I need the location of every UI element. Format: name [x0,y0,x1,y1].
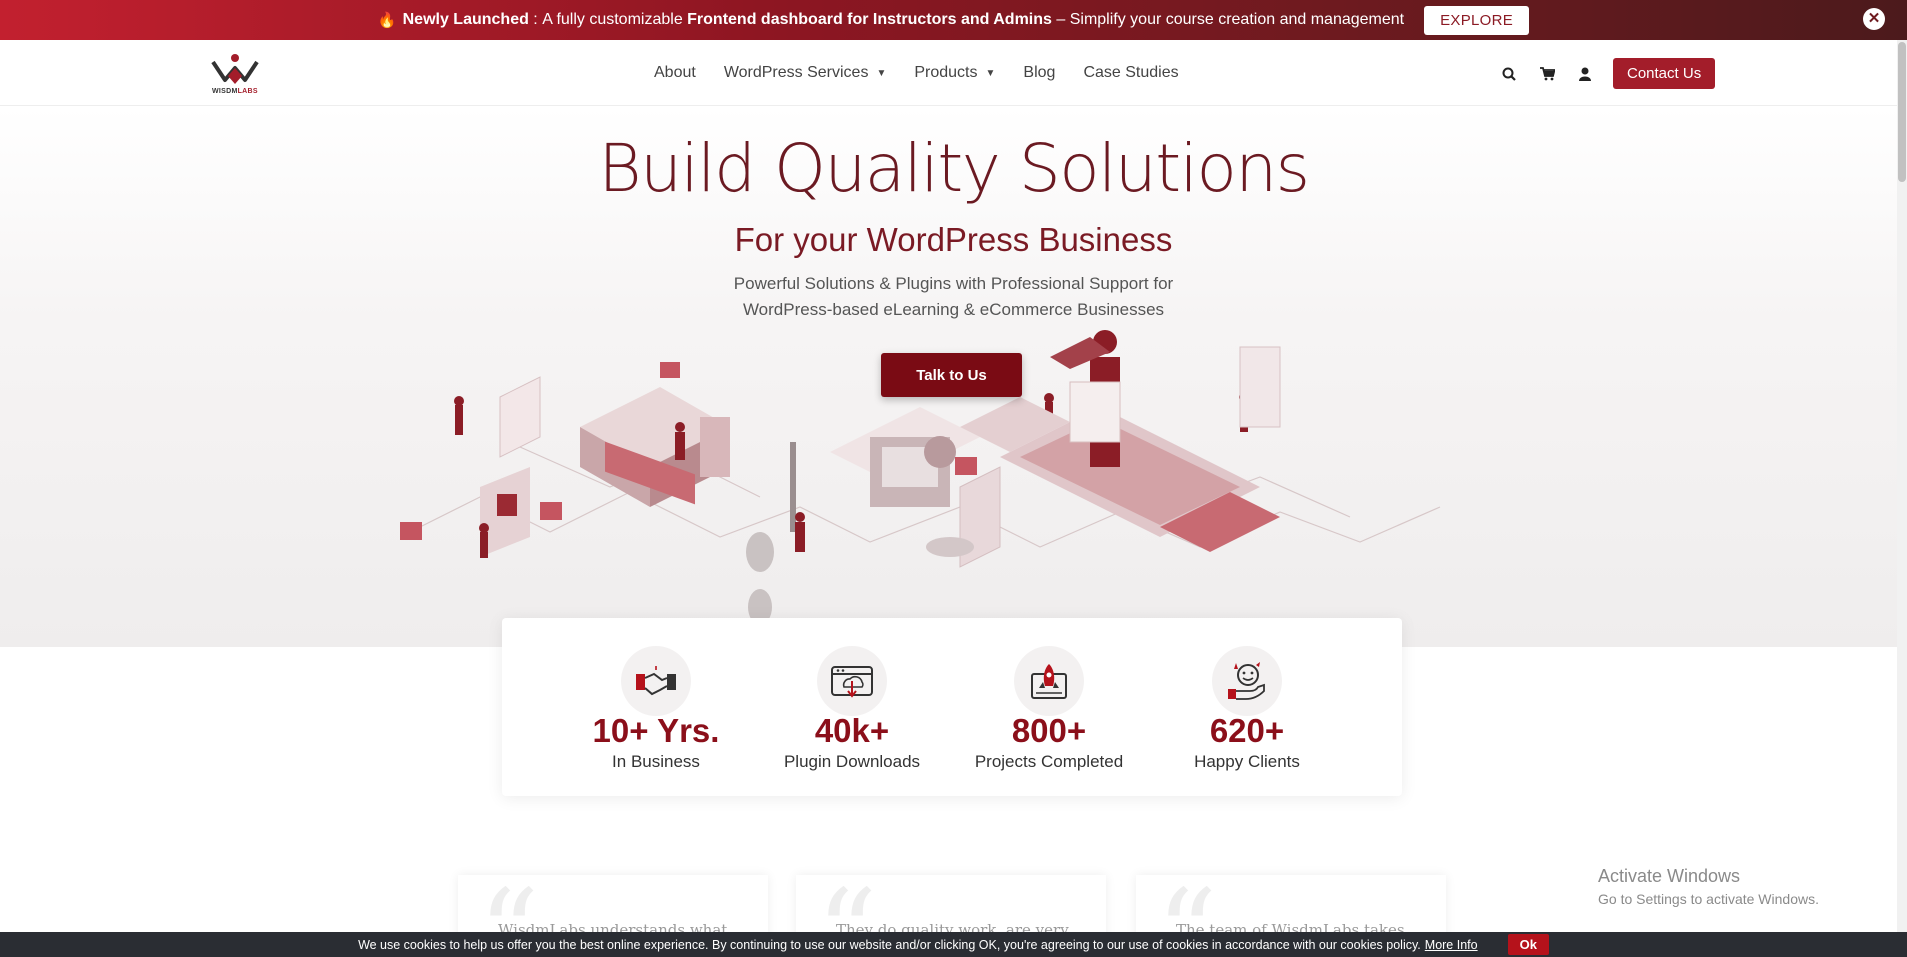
download-icon [817,646,887,716]
handshake-icon [621,646,691,716]
announcement-highlight: Frontend dashboard for Instructors and A… [687,11,1052,28]
header-tools: Contact Us [1495,58,1716,89]
more-info-link[interactable]: More Info [1425,938,1478,952]
site-header: WISDMLABS About WordPress Services ▼ Prod… [0,40,1907,106]
cookie-text: We use cookies to help us offer you the … [358,937,1421,952]
activate-windows-watermark: Activate Windows Go to Settings to activ… [1598,866,1819,907]
stat-label: In Business [612,752,700,771]
logo-mark-icon [211,54,259,84]
stat-value: 40k+ [814,712,890,749]
stat-plugin-downloads: 40k+ Plugin Downloads [752,646,952,772]
center-building-illustration [790,407,980,532]
nav-item-wordpress-services[interactable]: WordPress Services ▼ [724,64,887,82]
stat-happy-clients: 620+ Happy Clients [1147,646,1347,772]
watermark-title: Activate Windows [1598,866,1741,886]
hero-section: Build Quality Solutions For your WordPre… [0,107,1907,675]
happy-client-icon [1212,646,1282,716]
stat-label: Plugin Downloads [783,752,921,771]
user-icon[interactable] [1571,59,1599,89]
explore-button[interactable]: EXPLORE [1424,5,1530,35]
announcement-text-end: – Simplify your course creation and mana… [1051,11,1405,28]
stat-value: 10+ Yrs. [592,712,720,749]
stat-label: Happy Clients [1194,752,1300,771]
announcement-bar: 🔥 Newly Launched : A fully customizable … [0,0,1907,40]
logo-text: WISDMLABS [212,88,258,95]
cart-icon[interactable] [1533,59,1561,89]
stat-label: Projects Completed [974,752,1124,771]
nav-item-about[interactable]: About [654,64,696,82]
nav-item-products[interactable]: Products ▼ [914,64,995,82]
rocket-icon [1014,646,1084,716]
contact-us-button[interactable]: Contact Us [1613,58,1716,89]
announcement-prefix: Newly Launched [402,11,529,28]
hero-description-line1: Powerful Solutions & Plugins with Profes… [733,274,1174,293]
hero-title: Build Quality Solutions [598,130,1310,207]
stats-card: 10+ Yrs. In Business 40k+ Plugin Downloa… [502,618,1402,796]
chevron-down-icon: ▼ [876,67,887,79]
main-nav: About WordPress Services ▼ Products ▼ Blog… [654,40,1207,106]
stat-projects-completed: 800+ Projects Completed [949,646,1149,772]
stat-value: 800+ [1011,712,1087,749]
nav-item-case-studies[interactable]: Case Studies [1083,64,1178,82]
announcement-text: A fully customizable [542,11,688,28]
search-icon[interactable] [1495,59,1523,89]
store-illustration [580,387,730,507]
stat-in-business: 10+ Yrs. In Business [556,646,756,772]
stat-value: 620+ [1209,712,1285,749]
close-icon[interactable]: ✕ [1863,8,1885,30]
watermark-subtitle: Go to Settings to activate Windows. [1598,891,1819,907]
nav-item-blog[interactable]: Blog [1023,64,1055,82]
magnifier-illustration [746,532,974,625]
chevron-down-icon: ▼ [985,67,996,79]
logo[interactable]: WISDMLABS [210,52,270,98]
scrollbar-thumb[interactable] [1898,42,1906,182]
cookie-ok-button[interactable]: Ok [1507,934,1549,955]
hero-subtitle: For your WordPress Business [734,221,1173,258]
talk-to-us-button[interactable]: Talk to Us [881,353,1022,397]
announcement-colon: : [528,11,543,28]
scrollbar[interactable] [1897,40,1907,932]
cookie-bar: We use cookies to help us offer you the … [0,932,1907,957]
fire-icon: 🔥 [377,12,397,29]
left-panel-illustration [454,376,541,557]
